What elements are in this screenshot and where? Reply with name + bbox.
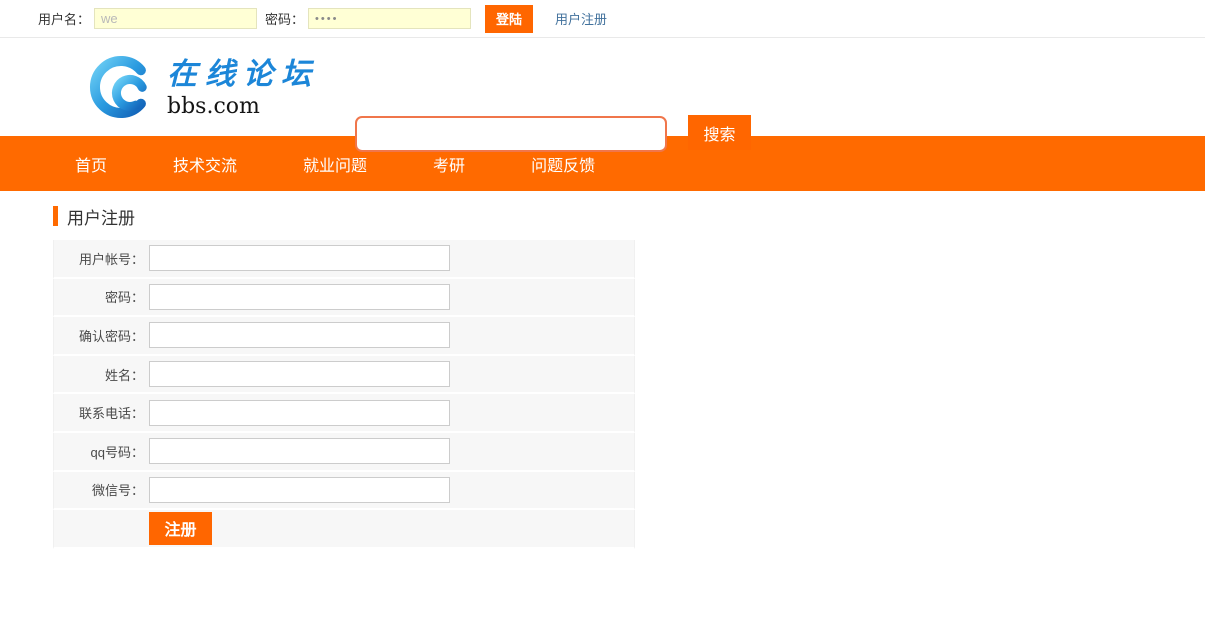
form-row-account: 用户帐号：: [53, 240, 635, 279]
form-row-phone: 联系电话：: [53, 394, 635, 433]
wechat-label: 微信号：: [91, 483, 144, 499]
section-title-accent-bar: [53, 206, 58, 226]
main-content: 用户注册 用户帐号： 密码： 确认密码： 姓名： 联系电话： qq号码： 微信号…: [0, 191, 1205, 549]
logo-text: 在线论坛 bbs.com: [167, 58, 319, 120]
search-button[interactable]: 搜索: [688, 115, 751, 150]
nav-item-feedback[interactable]: 问题反馈: [531, 152, 595, 176]
form-row-qq: qq号码：: [53, 432, 635, 472]
qq-label: qq号码：: [90, 444, 144, 460]
section-title: 用户注册: [53, 205, 1205, 228]
phone-label: 联系电话：: [78, 406, 144, 422]
site-logo[interactable]: 在线论坛 bbs.com: [87, 50, 319, 124]
register-link[interactable]: 用户注册: [555, 9, 607, 28]
password-label: 密码：: [265, 12, 305, 27]
qq-input[interactable]: [149, 438, 450, 465]
form-row-wechat: 微信号：: [53, 471, 635, 511]
confirm-password-input[interactable]: [149, 322, 450, 349]
form-row-password: 密码：: [53, 278, 635, 318]
form-row-submit: 注册: [53, 510, 635, 549]
form-row-name: 姓名：: [53, 355, 635, 395]
password-input[interactable]: [308, 8, 472, 29]
name-label: 姓名：: [104, 367, 144, 383]
account-label: 用户帐号：: [78, 251, 144, 267]
register-form: 用户帐号： 密码： 确认密码： 姓名： 联系电话： qq号码： 微信号： 注册: [53, 240, 635, 549]
nav-item-jobs[interactable]: 就业问题: [303, 152, 367, 176]
confirm-password-label: 确认密码：: [78, 328, 144, 344]
account-input[interactable]: [149, 245, 450, 272]
section-title-text: 用户注册: [67, 208, 135, 228]
wechat-input[interactable]: [149, 476, 450, 503]
submit-register-button[interactable]: 注册: [149, 511, 212, 545]
double-c-logo-icon: [89, 56, 147, 118]
login-button[interactable]: 登陆: [485, 4, 534, 33]
password-input[interactable]: [149, 283, 450, 310]
phone-input[interactable]: [149, 399, 450, 426]
name-input[interactable]: [149, 361, 450, 388]
logo-title: 在线论坛: [167, 57, 319, 92]
site-header: 在线论坛 bbs.com 搜索: [0, 38, 1205, 152]
nav-item-tech[interactable]: 技术交流: [173, 152, 237, 176]
top-login-bar: 用户名： 密码： 登陆 用户注册: [0, 0, 1205, 38]
nav-item-kaoyan[interactable]: 考研: [433, 152, 465, 176]
username-label: 用户名：: [38, 12, 91, 27]
username-input[interactable]: [94, 8, 258, 29]
form-row-confirm-password: 确认密码：: [53, 317, 635, 356]
nav-item-home[interactable]: 首页: [75, 152, 107, 176]
password-label: 密码：: [104, 290, 144, 306]
logo-domain: bbs.com: [167, 94, 260, 119]
search-input[interactable]: [355, 116, 667, 152]
